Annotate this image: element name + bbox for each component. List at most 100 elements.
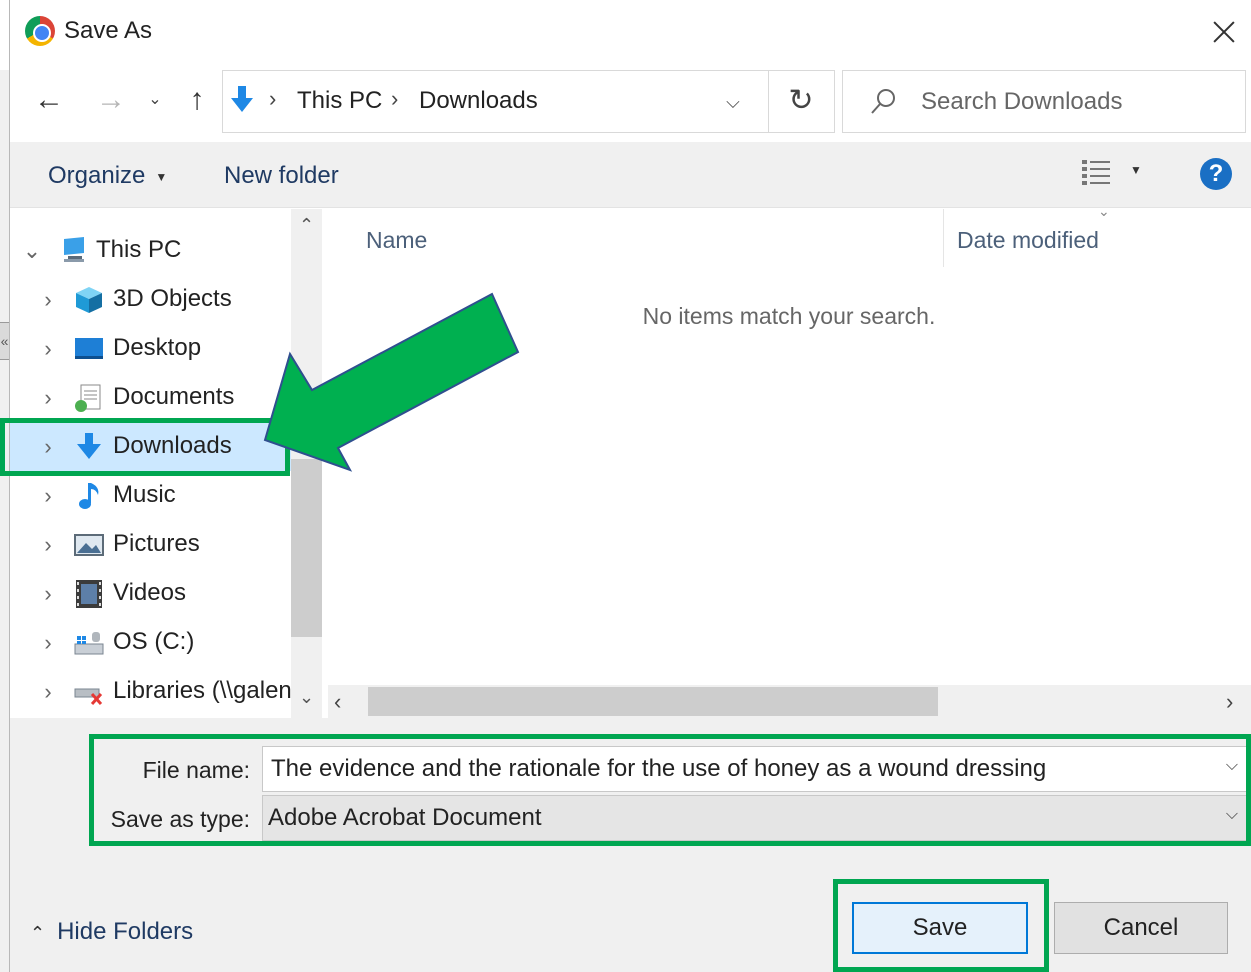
tree-item-downloads[interactable]: › Downloads xyxy=(10,423,291,471)
address-dropdown-chevron-icon[interactable]: ⌵ xyxy=(713,83,753,121)
tree-item-3d-objects[interactable]: › 3D Objects xyxy=(10,276,291,324)
3d-objects-icon xyxy=(76,287,102,313)
tree-item-label: Desktop xyxy=(113,334,202,361)
forward-arrow-icon[interactable]: → xyxy=(94,80,128,120)
tree-item-documents[interactable]: › Documents xyxy=(10,374,291,422)
expanded-chevron-icon[interactable]: ⌄ xyxy=(22,240,42,262)
file-name-dropdown-icon[interactable]: ⌵ xyxy=(1221,757,1243,775)
search-box[interactable] xyxy=(842,70,1246,133)
downloads-icon xyxy=(77,433,101,459)
breadcrumb-separator-icon: › xyxy=(391,86,399,111)
tree-item-label: Videos xyxy=(113,579,186,606)
scrollbar-thumb[interactable] xyxy=(291,459,322,637)
hide-folders-button[interactable]: ⌃ Hide Folders xyxy=(30,918,193,946)
tree-item-desktop[interactable]: › Desktop xyxy=(10,325,291,373)
tree-item-label: 3D Objects xyxy=(113,285,232,312)
this-pc-icon xyxy=(64,237,84,262)
documents-icon xyxy=(75,384,101,412)
search-icon xyxy=(871,89,895,114)
close-button[interactable] xyxy=(1204,12,1244,52)
collapsed-chevron-icon[interactable]: › xyxy=(38,583,58,605)
save-as-type-dropdown-icon[interactable]: ⌵ xyxy=(1221,806,1243,824)
save-as-type-select[interactable]: Adobe Acrobat Document ⌵ xyxy=(262,795,1250,841)
collapsed-chevron-icon[interactable]: › xyxy=(38,632,58,654)
tree-item-os-drive[interactable]: › OS (C:) xyxy=(10,619,291,667)
scroll-up-icon[interactable]: ⌃ xyxy=(291,215,322,245)
network-drive-icon xyxy=(74,688,103,706)
view-caret-down-icon[interactable]: ▼ xyxy=(1130,163,1142,177)
collapsed-chevron-icon[interactable]: › xyxy=(38,387,58,409)
horizontal-scrollbar[interactable]: ‹ › xyxy=(328,685,1251,718)
file-name-value: The evidence and the rationale for the u… xyxy=(271,755,1047,782)
up-arrow-icon[interactable]: ↑ xyxy=(182,80,212,120)
save-button[interactable]: Save xyxy=(852,902,1028,954)
caret-down-icon: ▼ xyxy=(155,169,168,184)
view-options-icon[interactable] xyxy=(1081,158,1111,188)
videos-icon xyxy=(76,580,102,608)
tree-item-label: Pictures xyxy=(113,530,200,557)
save-as-type-label: Save as type: xyxy=(110,806,250,832)
tree-item-libraries-network[interactable]: › Libraries (\\galen xyxy=(10,668,292,716)
file-name-label: File name: xyxy=(142,757,250,783)
address-divider xyxy=(768,71,769,132)
downloads-location-icon xyxy=(231,86,253,112)
tree-item-music[interactable]: › Music xyxy=(10,472,291,520)
organize-label: Organize xyxy=(48,162,146,189)
file-name-field[interactable]: The evidence and the rationale for the u… xyxy=(262,746,1250,792)
desktop-icon xyxy=(75,338,103,359)
title-bar: Save As xyxy=(10,0,1251,62)
collapsed-chevron-icon[interactable]: › xyxy=(38,289,58,311)
breadcrumb-separator-icon: › xyxy=(269,86,277,111)
background-window-top xyxy=(0,0,9,70)
column-divider[interactable] xyxy=(943,209,944,267)
hide-folders-label: Hide Folders xyxy=(57,918,194,945)
pictures-icon xyxy=(74,534,104,556)
sort-chevron-icon: ⌄ xyxy=(1098,203,1110,219)
tree-item-videos[interactable]: › Videos xyxy=(10,570,291,618)
back-arrow-icon[interactable]: ← xyxy=(32,80,66,120)
collapsed-chevron-icon[interactable]: › xyxy=(38,681,58,703)
scroll-left-icon[interactable]: ‹ xyxy=(334,687,358,716)
column-header-name[interactable]: Name xyxy=(366,227,427,254)
cancel-button[interactable]: Cancel xyxy=(1054,902,1228,954)
drive-icon xyxy=(74,632,104,655)
file-list: Name ⌄ Date modified No items match your… xyxy=(326,203,1251,718)
recent-locations-chevron-icon[interactable]: ⌄ xyxy=(144,80,166,120)
breadcrumb-downloads[interactable]: Downloads xyxy=(419,87,538,115)
command-bar: Organize ▼ New folder ▼ ? xyxy=(10,142,1251,208)
scroll-right-icon[interactable]: › xyxy=(1226,687,1250,716)
search-input[interactable] xyxy=(921,85,1231,119)
tree-item-label: Music xyxy=(113,481,176,508)
collapsed-chevron-icon[interactable]: › xyxy=(38,534,58,556)
navigation-pane-scrollbar[interactable]: ⌃ ⌄ xyxy=(291,209,322,718)
tree-item-pictures[interactable]: › Pictures xyxy=(10,521,291,569)
chevron-up-icon: ⌃ xyxy=(30,923,46,943)
collapsed-chevron-icon[interactable]: › xyxy=(38,338,58,360)
tree-item-label: This PC xyxy=(96,236,182,263)
tree-item-label: Documents xyxy=(113,383,235,410)
dialog-title: Save As xyxy=(64,17,153,44)
tree-item-this-pc[interactable]: ⌄ This PC xyxy=(10,227,291,275)
collapsed-chevron-icon[interactable]: › xyxy=(38,485,58,507)
scroll-down-icon[interactable]: ⌄ xyxy=(291,687,322,717)
new-folder-button[interactable]: New folder xyxy=(224,162,339,190)
empty-message: No items match your search. xyxy=(642,303,936,329)
tree-item-label: Downloads xyxy=(113,432,232,459)
navigation-bar: ← → ⌄ ↑ › This PC › Downloads ⌵ ↻ xyxy=(10,62,1251,140)
refresh-icon[interactable]: ↻ xyxy=(779,81,823,121)
organize-menu[interactable]: Organize ▼ xyxy=(48,162,167,190)
chrome-icon xyxy=(25,16,55,46)
save-as-type-value: Adobe Acrobat Document xyxy=(268,804,542,831)
save-as-dialog: Save As ← → ⌄ ↑ › This PC › Downloads ⌵ … xyxy=(9,0,1251,972)
help-icon[interactable]: ? xyxy=(1200,158,1232,190)
scrollbar-thumb[interactable] xyxy=(368,687,938,716)
tree-item-label: OS (C:) xyxy=(113,628,195,655)
address-bar[interactable]: › This PC › Downloads ⌵ ↻ xyxy=(222,70,835,133)
save-form: File name: The evidence and the rational… xyxy=(10,718,1251,972)
collapsed-chevron-icon[interactable]: › xyxy=(38,436,58,458)
column-header-date-modified[interactable]: Date modified xyxy=(957,227,1099,254)
background-window-edge: « xyxy=(0,0,9,972)
breadcrumb-this-pc[interactable]: This PC xyxy=(297,87,382,115)
navigation-pane: ⌄ This PC › 3D Objects › Desktop › Docum… xyxy=(10,209,322,718)
background-collapse-icon: « xyxy=(0,322,9,360)
